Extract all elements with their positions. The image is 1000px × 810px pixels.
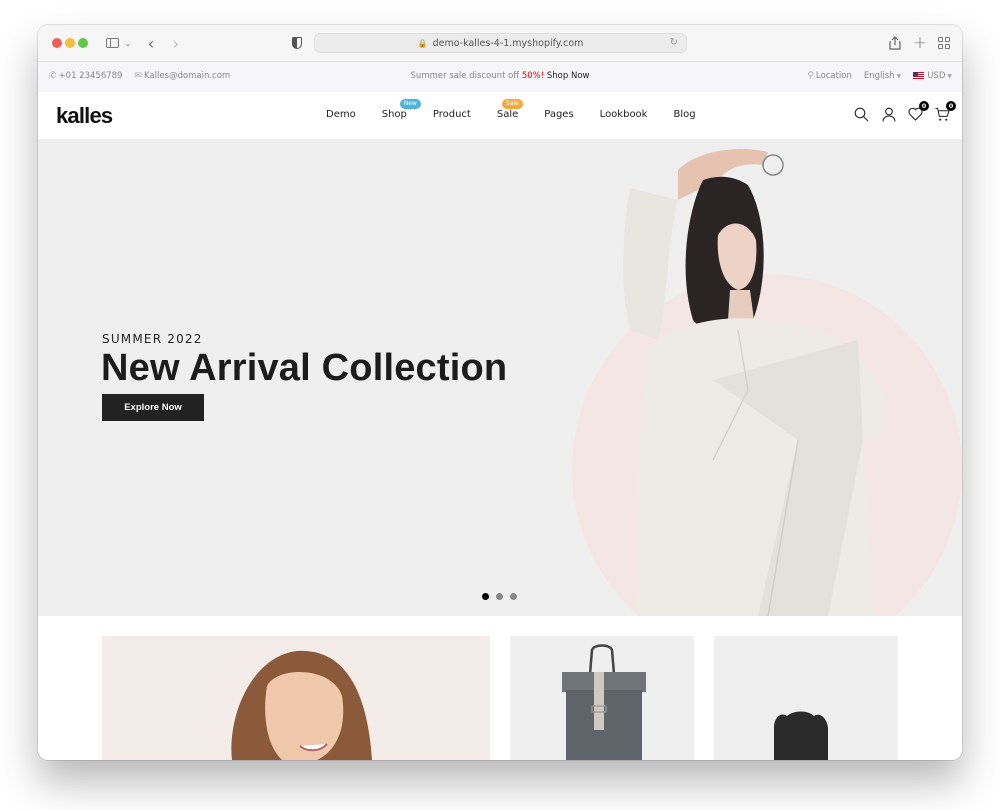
privacy-shield-icon[interactable] — [291, 33, 303, 53]
site-header: kalles Demo New Shop Product Sale Sale Pag… — [38, 92, 962, 140]
chevron-down-icon: ▼ — [947, 73, 952, 80]
currency-selector[interactable]: USD ▼ — [913, 71, 952, 81]
chevron-down-icon: ▼ — [896, 73, 902, 80]
back-icon[interactable]: ‹ — [145, 33, 157, 53]
hero-model-image — [623, 149, 883, 616]
main-nav: Demo New Shop Product Sale Sale Pages Look… — [326, 99, 696, 120]
nav-item-pages[interactable]: Pages — [544, 109, 573, 120]
shop-now-link[interactable]: Shop Now — [547, 71, 590, 81]
nav-label: Pages — [544, 109, 574, 120]
product-banners — [38, 616, 962, 760]
share-icon[interactable] — [888, 33, 902, 53]
nav-item-blog[interactable]: Blog — [673, 109, 695, 120]
explore-now-button[interactable]: Explore Now — [102, 394, 204, 421]
sidebar-toggle-icon[interactable] — [104, 33, 120, 53]
slider-dot-3[interactable] — [510, 593, 517, 600]
backpack-image — [562, 644, 646, 760]
location-link[interactable]: ⚲ Location — [807, 71, 852, 81]
us-flag-icon — [913, 72, 925, 79]
nav-label: Shop — [381, 109, 407, 120]
promo-percent: 50%! — [521, 71, 545, 81]
hero-slider: SUMMER 2022 New Arrival Collection Explo… — [38, 140, 962, 616]
tab-overview-icon[interactable] — [937, 33, 951, 53]
hero-subtitle: SUMMER 2022 — [102, 332, 203, 346]
slider-pagination — [482, 593, 517, 600]
announcement-bar: ✆ +01 23456789 ✉ Kalles@domain.com Summer … — [38, 62, 962, 92]
slider-dot-1[interactable] — [482, 593, 489, 600]
nav-item-lookbook[interactable]: Lookbook — [600, 109, 648, 120]
url-text: demo-kalles-4-1.myshopify.com — [432, 37, 584, 49]
grey-backpack-banner[interactable] — [510, 636, 694, 760]
nav-label: Sale — [496, 109, 519, 120]
nav-label: Lookbook — [599, 109, 648, 120]
nav-item-shop[interactable]: New Shop — [381, 99, 421, 120]
nav-label: Demo — [326, 109, 356, 120]
black-bag-banner[interactable] — [714, 636, 898, 760]
new-tab-icon[interactable]: + — [913, 33, 927, 53]
reload-icon[interactable]: ↻ — [670, 37, 678, 48]
address-bar[interactable]: 🔒 demo-kalles-4-1.myshopify.com ↻ — [314, 33, 687, 53]
forward-icon[interactable]: › — [170, 33, 182, 53]
nav-label: Product — [432, 109, 471, 120]
sale-badge: Sale — [501, 99, 523, 109]
hero-title: New Arrival Collection — [101, 347, 508, 389]
nav-item-demo[interactable]: Demo — [326, 109, 356, 120]
woman-portrait-image — [231, 650, 372, 760]
nav-label: Blog — [673, 109, 696, 120]
woman-portrait-banner[interactable] — [102, 636, 490, 760]
cart-button[interactable]: 0 — [935, 101, 956, 122]
header-actions: 0 0 — [854, 101, 956, 122]
wishlist-count: 0 — [919, 101, 929, 111]
maximize-window-button[interactable] — [78, 38, 88, 48]
chevron-down-icon[interactable]: ⌄ — [123, 33, 133, 53]
location-label: Location — [815, 71, 852, 81]
lock-icon: 🔒 — [417, 38, 428, 48]
location-pin-icon: ⚲ — [807, 71, 814, 81]
minimize-window-button[interactable] — [65, 38, 75, 48]
wishlist-button[interactable]: 0 — [908, 101, 929, 122]
language-selector[interactable]: English ▼ — [864, 71, 901, 81]
language-label: English — [863, 71, 895, 81]
promo-text: Summer sale discount off — [410, 71, 522, 81]
browser-window: ⌄ ‹ › 🔒 demo-kalles-4-1.myshopify.com ↻ … — [38, 25, 962, 760]
nav-item-sale[interactable]: Sale Sale — [496, 99, 523, 120]
currency-label: USD — [927, 71, 946, 81]
cart-count: 0 — [946, 101, 956, 111]
site-logo[interactable]: kalles — [56, 103, 113, 129]
slider-dot-2[interactable] — [496, 593, 503, 600]
account-icon[interactable] — [881, 106, 896, 122]
black-bag-image — [774, 711, 828, 760]
new-badge: New — [399, 99, 421, 109]
nav-item-product[interactable]: Product — [433, 109, 471, 120]
close-window-button[interactable] — [52, 38, 62, 48]
search-icon[interactable] — [854, 106, 869, 122]
browser-toolbar: ⌄ ‹ › 🔒 demo-kalles-4-1.myshopify.com ↻ … — [38, 25, 962, 62]
